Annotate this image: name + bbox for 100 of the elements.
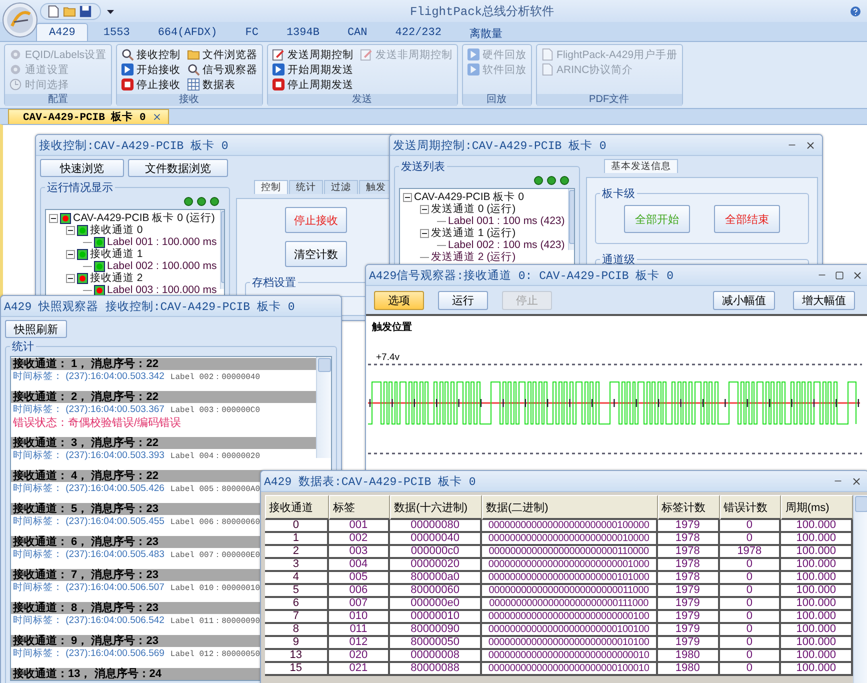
panel-tab[interactable]: 过滤 — [324, 180, 358, 194]
ribbon-button[interactable]: 数据表 — [186, 77, 258, 92]
panel-tab[interactable]: 基本发送信息 — [604, 159, 678, 173]
table-cell: 100.000 — [781, 624, 853, 637]
document-icon — [540, 48, 554, 61]
label-value-text: Label 002：00000040 — [170, 372, 260, 382]
magnifier-icon — [120, 48, 134, 61]
collapse-icon[interactable] — [420, 204, 429, 214]
toolbar-button[interactable]: 运行 — [438, 291, 488, 310]
table-cell: 000000000000000000000000110000 — [482, 546, 658, 559]
tree-item[interactable]: 接收通道 1 — [90, 247, 143, 261]
tree-item[interactable]: CAV-A429-PCIB 板卡 0 (运行) — [73, 211, 215, 225]
tree-item[interactable]: 发送通道 0 (运行) — [431, 202, 516, 216]
ribbon-tab[interactable]: FC — [232, 23, 272, 41]
ribbon-button[interactable]: 接收控制 — [120, 47, 181, 62]
toolbar-button[interactable]: 文件数据浏览 — [128, 159, 228, 177]
table-cell: 0 — [265, 520, 329, 533]
table-cell: 80000060 — [390, 585, 482, 598]
table-cell: 000000000000000000000000101000 — [482, 572, 658, 585]
play-icon — [120, 63, 134, 76]
group-label: 统计 — [11, 340, 35, 354]
close-icon[interactable] — [852, 270, 863, 280]
toolbar-button[interactable]: 选项 — [374, 291, 424, 310]
table-cell: 1979 — [658, 624, 720, 637]
table-cell: 100.000 — [781, 572, 853, 585]
table-cell: 15 — [265, 663, 329, 676]
toolbar-button[interactable]: 增大幅值 — [793, 291, 855, 310]
collapse-icon[interactable] — [66, 226, 75, 234]
close-icon[interactable] — [805, 140, 816, 150]
toolbar-button[interactable]: 减小幅值 — [713, 291, 775, 310]
ribbon-tab[interactable]: 664(AFDX) — [144, 23, 230, 41]
play-icon — [466, 48, 480, 61]
magnifier-icon — [186, 63, 200, 76]
table-cell: 1978 — [720, 546, 782, 559]
tree-item[interactable]: 接收通道 2 — [90, 271, 143, 285]
table-cell: 100.000 — [781, 546, 853, 559]
help-icon[interactable] — [850, 6, 861, 16]
ribbon-button[interactable]: 停止接收 — [120, 77, 181, 92]
tree-item[interactable]: 发送通道 2 (运行) — [431, 250, 516, 264]
table-cell: 2 — [265, 546, 329, 559]
refresh-button[interactable]: 快照刷新 — [5, 320, 67, 338]
close-icon[interactable] — [851, 476, 862, 486]
tree-item[interactable]: CAV-A429-PCIB 板卡 0 — [414, 190, 524, 204]
table-cell: 003 — [328, 546, 390, 559]
ribbon-tab[interactable]: 离散量 — [456, 23, 516, 41]
timestamp-text: 时间标签： (237):16:04:00.505.483 — [13, 548, 164, 560]
maximize-icon[interactable] — [835, 270, 844, 280]
new-file-icon[interactable] — [47, 4, 60, 18]
table-cell: 005 — [328, 572, 390, 585]
tree-item[interactable]: Label 001 : 100.000 ms — [107, 236, 217, 248]
ribbon-group-label: 发送 — [268, 94, 457, 106]
panel-tab[interactable]: 控制 — [254, 180, 288, 194]
ribbon-button[interactable]: 开始周期发送 — [272, 62, 354, 77]
column-header: 标签计数 — [658, 495, 720, 520]
led-icon — [210, 197, 219, 206]
ribbon-button[interactable]: 信号观察器 — [186, 62, 258, 77]
table-cell: 80000088 — [390, 663, 482, 676]
ribbon-button[interactable]: 文件浏览器 — [186, 47, 258, 62]
table-cell: 800000a0 — [390, 572, 482, 585]
save-icon[interactable] — [79, 4, 92, 18]
tree-item[interactable]: Label 001 : 100 ms (423) — [448, 215, 565, 227]
tree-item[interactable]: 发送通道 1 (运行) — [431, 226, 516, 240]
collapse-icon[interactable] — [66, 274, 75, 282]
window-title: 接收控制:CAV-A429-PCIB 板卡 0 — [39, 138, 230, 152]
table-cell: 0 — [720, 598, 782, 611]
action-button[interactable]: 全部结束 — [714, 205, 780, 233]
toolbar-button[interactable]: 快速浏览 — [40, 159, 124, 177]
ribbon-tab[interactable]: 422/232 — [382, 23, 454, 41]
document-icon — [540, 63, 554, 76]
action-button[interactable]: 清空计数 — [285, 241, 347, 267]
collapse-icon[interactable] — [66, 250, 75, 258]
ribbon-button[interactable]: 发送周期控制 — [272, 47, 354, 62]
group-label: 存档设置 — [251, 276, 297, 290]
ribbon-tab[interactable]: 1394B — [273, 23, 332, 41]
app-title: FlightPack总线分析软件 — [408, 4, 555, 20]
collapse-icon[interactable] — [420, 228, 429, 238]
ribbon-button[interactable]: 停止周期发送 — [272, 77, 354, 92]
tree-item[interactable]: Label 002 : 100 ms (423) — [448, 239, 565, 251]
ribbon-tab[interactable]: 1553 — [90, 23, 143, 41]
tree-item[interactable]: 接收通道 0 — [90, 223, 143, 237]
close-icon[interactable] — [152, 112, 162, 122]
table-cell: 1980 — [658, 663, 720, 676]
panel-tab[interactable]: 统计 — [289, 180, 323, 194]
collapse-icon[interactable] — [49, 214, 58, 222]
collapse-icon[interactable] — [403, 192, 412, 202]
tree-item[interactable]: Label 002 : 100.000 ms — [107, 260, 217, 272]
ribbon-tab[interactable]: A429 — [36, 23, 88, 41]
ribbon-button[interactable]: 开始接收 — [120, 62, 181, 77]
clock-icon — [9, 78, 22, 91]
action-button[interactable]: 停止接收 — [285, 207, 347, 233]
dropdown-caret-icon[interactable] — [107, 8, 114, 14]
timestamp-text: 时间标签： (237):16:04:00.505.426 — [13, 482, 164, 494]
table-cell: 011 — [328, 624, 390, 637]
level-label: +7.4v — [375, 351, 400, 363]
ribbon-tab[interactable]: CAN — [334, 23, 380, 41]
document-tab[interactable]: CAV-A429-PCIB 板卡 0 — [8, 109, 169, 124]
table-cell: 13 — [265, 650, 329, 663]
table-cell: 6 — [265, 598, 329, 611]
tree-item[interactable]: Label 003 : 100.000 ms — [107, 284, 217, 296]
table-cell: 000000e0 — [390, 598, 482, 611]
